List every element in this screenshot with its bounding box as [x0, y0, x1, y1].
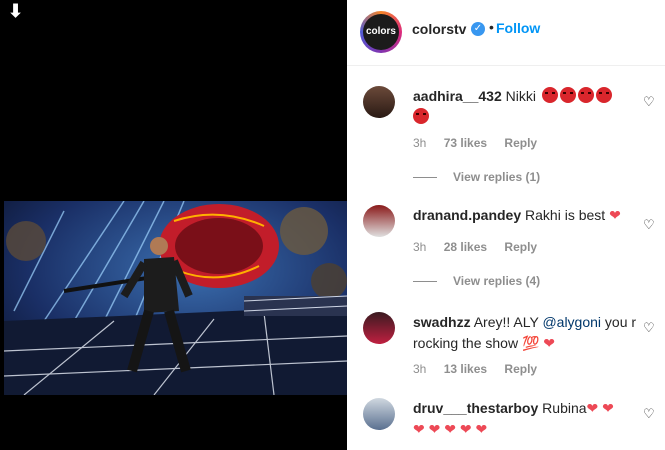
comment-username[interactable]: dranand.pandey — [413, 207, 521, 223]
separator-dot: • — [489, 19, 494, 35]
view-replies-button[interactable]: View replies (4) — [413, 274, 540, 288]
avatar[interactable]: colors — [360, 11, 402, 53]
red-heart-icon: ❤ — [475, 421, 488, 437]
avatar[interactable] — [363, 312, 395, 344]
comments-panel: colors colorstv ✓ • Follow aadhira__432 … — [347, 0, 665, 450]
comment-body: Arey!! ALY — [473, 314, 539, 330]
comment-meta: 3h 73 likes Reply — [413, 136, 551, 150]
red-heart-icon: ❤ — [602, 400, 614, 416]
comment-likes[interactable]: 28 likes — [444, 240, 487, 254]
red-heart-icon: ❤ — [543, 335, 556, 351]
view-replies-label: View replies (1) — [453, 170, 541, 184]
comment-text: swadhzz Arey!! ALY @alygoni you r rockin… — [413, 312, 639, 354]
red-heart-icon: ❤ — [459, 421, 472, 437]
reply-button[interactable]: Reply — [504, 136, 537, 150]
follow-button[interactable]: Follow — [496, 20, 540, 36]
angry-face-icon — [413, 108, 429, 124]
comment-likes[interactable]: 73 likes — [444, 136, 487, 150]
red-heart-icon: ❤ — [444, 421, 456, 437]
comment-meta: 3h 28 likes Reply — [413, 240, 551, 254]
comment-time: 3h — [413, 240, 427, 254]
red-heart-icon: ❤ — [609, 207, 621, 223]
post-header: colors colorstv ✓ • Follow — [347, 0, 665, 66]
comment-body: Rubina — [542, 400, 587, 416]
comment-text: dranand.pandey Rakhi is best ❤ — [413, 205, 639, 226]
post-media[interactable]: ⬇ — [0, 0, 347, 450]
comment-body: Nikki — [505, 88, 536, 104]
comment-body: Rakhi is best — [525, 207, 606, 223]
heart-outline-icon[interactable]: ♡ — [643, 94, 655, 110]
reply-button[interactable]: Reply — [504, 240, 537, 254]
angry-face-icon — [541, 87, 558, 103]
heart-outline-icon[interactable]: ♡ — [643, 217, 655, 233]
video-frame[interactable] — [4, 201, 347, 395]
comment-username[interactable]: swadhzz — [413, 314, 471, 330]
comment-username[interactable]: aadhira__432 — [413, 88, 502, 104]
stage-scene — [4, 201, 347, 395]
red-heart-icon: ❤ — [413, 421, 425, 437]
header-username[interactable]: colorstv — [412, 21, 466, 37]
hundred-points-icon: 💯 — [521, 335, 540, 351]
heart-outline-icon[interactable]: ♡ — [643, 320, 655, 336]
comment-username[interactable]: druv___thestarboy — [413, 400, 538, 416]
comment-time: 3h — [413, 362, 427, 376]
divider-line — [413, 281, 437, 283]
comment-text: aadhira__432 Nikki — [413, 86, 639, 128]
red-heart-icon: ❤ — [428, 421, 441, 437]
avatar[interactable] — [363, 205, 395, 237]
heart-outline-icon[interactable]: ♡ — [643, 406, 655, 422]
comment-likes[interactable]: 13 likes — [444, 362, 487, 376]
angry-face-icon — [595, 87, 612, 103]
angry-face-icon — [559, 87, 576, 103]
view-replies-button[interactable]: View replies (1) — [413, 170, 540, 184]
comment-text: druv___thestarboy Rubina❤ ❤ ❤ ❤ ❤ ❤ ❤ — [413, 398, 639, 440]
comment-meta: 3h 13 likes Reply — [413, 362, 551, 376]
verified-badge-icon: ✓ — [471, 22, 485, 36]
divider-line — [413, 177, 437, 179]
comment-time: 3h — [413, 136, 427, 150]
avatar[interactable] — [363, 398, 395, 430]
angry-face-icon — [577, 87, 594, 103]
reply-button[interactable]: Reply — [504, 362, 537, 376]
avatar[interactable] — [363, 86, 395, 118]
red-heart-icon: ❤ — [586, 400, 599, 416]
view-replies-label: View replies (4) — [453, 274, 541, 288]
down-arrow-icon[interactable]: ⬇ — [8, 2, 23, 20]
mention-link[interactable]: @alygoni — [542, 314, 601, 330]
colors-logo: colors — [363, 14, 399, 50]
